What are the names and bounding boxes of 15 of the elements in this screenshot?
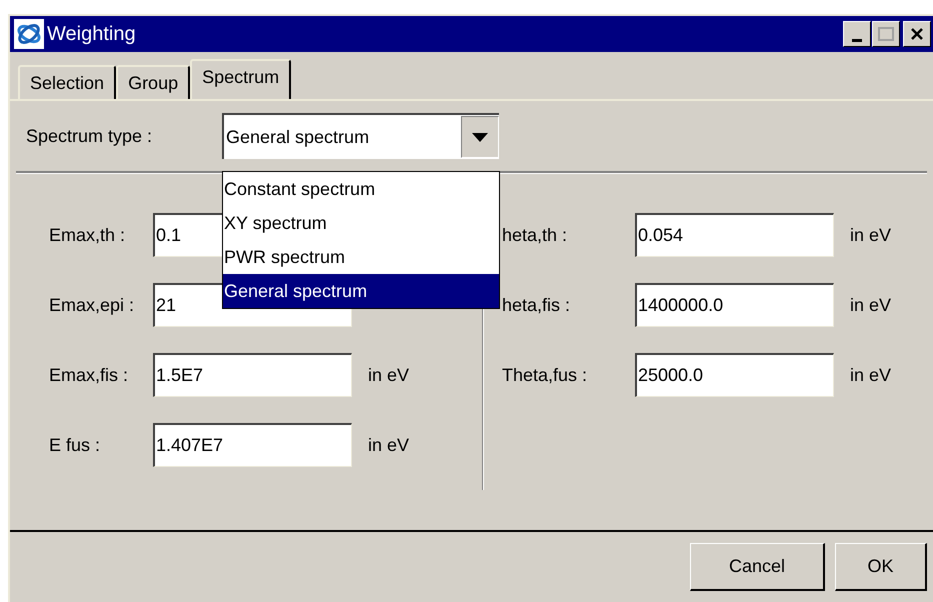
dropdown-value: General spectrum <box>225 126 370 149</box>
unit-label: in eV <box>850 364 892 386</box>
field-label: Emax,fis : <box>48 364 130 386</box>
field-label: Emax,epi : <box>48 294 136 317</box>
field-label: Emax,th : <box>48 224 126 246</box>
unit-label: in eV <box>850 294 892 316</box>
field-label: E fus : <box>48 434 102 456</box>
unit-label: in eV <box>368 434 410 456</box>
unit-label: in eV <box>368 364 410 386</box>
field-label: heta,th : <box>501 224 568 246</box>
unit-label: in eV <box>850 224 892 246</box>
field-label: Theta,fus : <box>501 364 588 386</box>
spectrum-type-label: Spectrum type : <box>25 124 154 148</box>
field-label: heta,fis : <box>501 294 572 316</box>
window-title: Weighting <box>47 22 136 47</box>
